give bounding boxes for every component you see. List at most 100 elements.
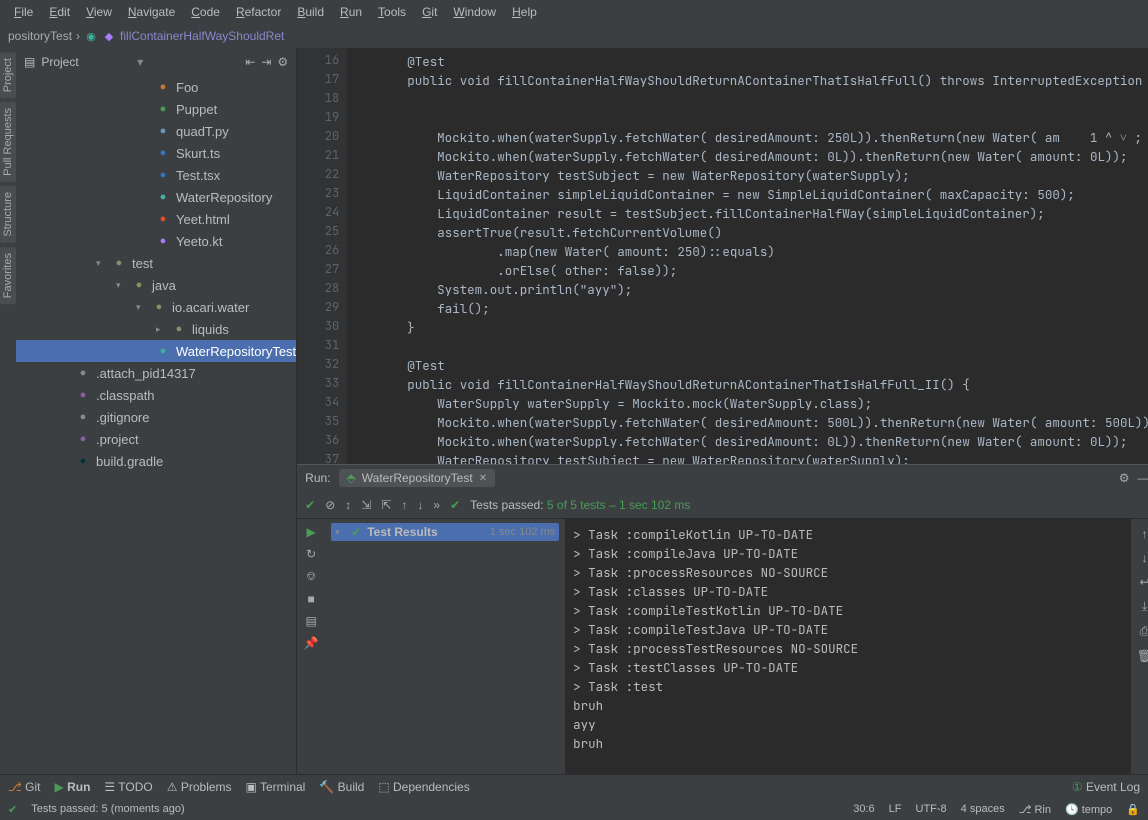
chevron-icon[interactable]: ▾ bbox=[136, 302, 146, 313]
project-tree[interactable]: ●Foo●Puppet●quadT.py●Skurt.ts●Test.tsx●W… bbox=[16, 76, 296, 774]
line-separator[interactable]: LF bbox=[889, 803, 902, 815]
tree-item[interactable]: ●Skurt.ts bbox=[16, 142, 296, 164]
tool-deps[interactable]: ⬚ Dependencies bbox=[378, 780, 469, 794]
indent[interactable]: 4 spaces bbox=[961, 803, 1005, 815]
down-icon[interactable]: ↓ bbox=[1141, 551, 1147, 565]
chevron-down-icon[interactable]: ▾ bbox=[335, 527, 345, 538]
pin-icon[interactable]: 📌 bbox=[304, 636, 319, 650]
gear-icon[interactable]: ⚙ bbox=[277, 55, 288, 69]
chevron-icon[interactable]: ▾ bbox=[116, 280, 126, 291]
tool-build[interactable]: 🔨 Build bbox=[319, 780, 364, 794]
scroll-to-end-icon[interactable]: ⤓ bbox=[1142, 599, 1147, 614]
chevron-icon[interactable]: ▾ bbox=[96, 258, 106, 269]
project-view-icon[interactable]: ▤ bbox=[24, 55, 35, 69]
tool-eventlog[interactable]: ① Event Log bbox=[1072, 780, 1140, 794]
menu-build[interactable]: Build bbox=[289, 5, 332, 19]
gear-icon[interactable]: ⚙ bbox=[1119, 471, 1130, 485]
menu-navigate[interactable]: Navigate bbox=[120, 5, 183, 19]
check-icon[interactable]: ✔ bbox=[305, 498, 315, 512]
collapse-all-icon[interactable]: ⇤ bbox=[245, 55, 255, 69]
up-icon[interactable]: ↑ bbox=[1141, 527, 1147, 541]
left-tab-favorites[interactable]: Favorites bbox=[0, 247, 16, 304]
menu-help[interactable]: Help bbox=[504, 5, 545, 19]
tree-item[interactable]: ●.classpath bbox=[16, 384, 296, 406]
toggle-icon[interactable]: ⎊ bbox=[306, 569, 316, 584]
run-side-toolbar: ▶ ↻ ⎊ ■ ▤ 📌 bbox=[297, 519, 325, 774]
sort-icon[interactable]: ↕ bbox=[345, 498, 351, 512]
breadcrumb-method[interactable]: fillContainerHalfWayShouldRet bbox=[120, 29, 284, 43]
menu-code[interactable]: Code bbox=[183, 5, 228, 19]
eclipse-icon: ● bbox=[76, 388, 90, 402]
encoding[interactable]: UTF-8 bbox=[916, 803, 947, 815]
filter-icon[interactable]: ⊘ bbox=[325, 498, 335, 512]
test-results-tree[interactable]: ▾ ✔ Test Results 1 sec 102 ms bbox=[325, 519, 565, 774]
tree-item[interactable]: ●Yeet.html bbox=[16, 208, 296, 230]
git-branch[interactable]: ⎇ Rin bbox=[1019, 803, 1051, 816]
tree-item-label: .attach_pid14317 bbox=[96, 366, 196, 381]
tree-item[interactable]: ●quadT.py bbox=[16, 120, 296, 142]
more-icon[interactable]: » bbox=[433, 498, 440, 512]
stop-icon[interactable]: ■ bbox=[308, 592, 315, 606]
code-area[interactable]: @Test public void fillContainerHalfWaySh… bbox=[347, 48, 1148, 464]
run-config-tab[interactable]: ⬘ WaterRepositoryTest ✕ bbox=[339, 469, 496, 487]
prev-icon[interactable]: ↑ bbox=[401, 498, 407, 512]
print-icon[interactable]: ⎙ bbox=[1140, 624, 1148, 639]
tree-item[interactable]: ●Foo bbox=[16, 76, 296, 98]
tool-run[interactable]: ▶ Run bbox=[55, 780, 91, 794]
menu-tools[interactable]: Tools bbox=[370, 5, 414, 19]
tree-item[interactable]: ▾●java bbox=[16, 274, 296, 296]
project-tool-window: ▤ Project ▾ ⇤ ⇥ ⚙ ●Foo●Puppet●quadT.py●S… bbox=[16, 48, 297, 774]
tree-item[interactable]: ●Test.tsx bbox=[16, 164, 296, 186]
run-icon[interactable]: ▶ bbox=[307, 525, 316, 539]
tree-item[interactable]: ●.gitignore bbox=[16, 406, 296, 428]
tool-problems[interactable]: ⚠ Problems bbox=[167, 780, 232, 794]
tree-item[interactable]: ●WaterRepository bbox=[16, 186, 296, 208]
tree-item[interactable]: ▾●test bbox=[16, 252, 296, 274]
tree-item[interactable]: ●WaterRepositoryTest bbox=[16, 340, 296, 362]
menu-view[interactable]: View bbox=[78, 5, 120, 19]
soft-wrap-icon[interactable]: ↩ bbox=[1139, 575, 1148, 589]
clear-icon[interactable]: 🗑 bbox=[1137, 649, 1148, 663]
tool-terminal[interactable]: ▣ Terminal bbox=[246, 780, 306, 794]
tree-item[interactable]: ●Puppet bbox=[16, 98, 296, 120]
collapse-icon[interactable]: ⇱ bbox=[381, 498, 391, 512]
tree-item-label: Foo bbox=[176, 80, 198, 95]
tree-item[interactable]: ▸●liquids bbox=[16, 318, 296, 340]
clock[interactable]: 🕓 tempo bbox=[1065, 803, 1112, 816]
left-tab-structure[interactable]: Structure bbox=[0, 186, 16, 243]
lock-icon[interactable]: 🔒 bbox=[1126, 803, 1140, 816]
tool-git[interactable]: ⎇ Git bbox=[8, 780, 41, 794]
chevron-down-icon[interactable]: ▾ bbox=[137, 55, 143, 69]
status-bar: ✔ Tests passed: 5 (moments ago) 30:6 LF … bbox=[0, 798, 1148, 820]
menu-refactor[interactable]: Refactor bbox=[228, 5, 289, 19]
menu-run[interactable]: Run bbox=[332, 5, 370, 19]
tree-item[interactable]: ●Yeeto.kt bbox=[16, 230, 296, 252]
expand-all-icon[interactable]: ⇥ bbox=[261, 55, 271, 69]
menu-edit[interactable]: Edit bbox=[41, 5, 78, 19]
next-icon[interactable]: ↓ bbox=[417, 498, 423, 512]
tree-item[interactable]: ●.project bbox=[16, 428, 296, 450]
layout-icon[interactable]: ▤ bbox=[306, 614, 317, 628]
expand-icon[interactable]: ⇲ bbox=[361, 498, 371, 512]
tree-item[interactable]: ●build.gradle bbox=[16, 450, 296, 472]
menu-git[interactable]: Git bbox=[414, 5, 445, 19]
close-icon[interactable]: ✕ bbox=[479, 473, 487, 484]
rerun-icon[interactable]: ↻ bbox=[306, 547, 316, 561]
menu-file[interactable]: File bbox=[6, 5, 41, 19]
chevron-icon[interactable]: ▸ bbox=[156, 324, 166, 335]
tree-item[interactable]: ●.attach_pid14317 bbox=[16, 362, 296, 384]
breadcrumb-segment[interactable]: positoryTest bbox=[8, 29, 72, 43]
run-console[interactable]: > Task :compileKotlin UP-TO-DATE > Task … bbox=[565, 519, 1131, 774]
project-header: ▤ Project ▾ ⇤ ⇥ ⚙ bbox=[16, 48, 296, 76]
caret-position[interactable]: 30:6 bbox=[853, 803, 874, 815]
left-tab-pull-requests[interactable]: Pull Requests bbox=[0, 102, 16, 182]
minimize-icon[interactable]: — bbox=[1137, 471, 1148, 485]
tool-todo[interactable]: ☰ TODO bbox=[104, 780, 152, 794]
project-title[interactable]: Project bbox=[41, 55, 131, 69]
kotlin-icon: ◆ bbox=[102, 29, 116, 43]
tree-item-label: WaterRepository bbox=[176, 190, 272, 205]
left-tab-project[interactable]: Project bbox=[0, 52, 16, 98]
tree-item[interactable]: ▾●io.acari.water bbox=[16, 296, 296, 318]
menu-window[interactable]: Window bbox=[445, 5, 504, 19]
gradle-icon: ● bbox=[76, 454, 90, 468]
